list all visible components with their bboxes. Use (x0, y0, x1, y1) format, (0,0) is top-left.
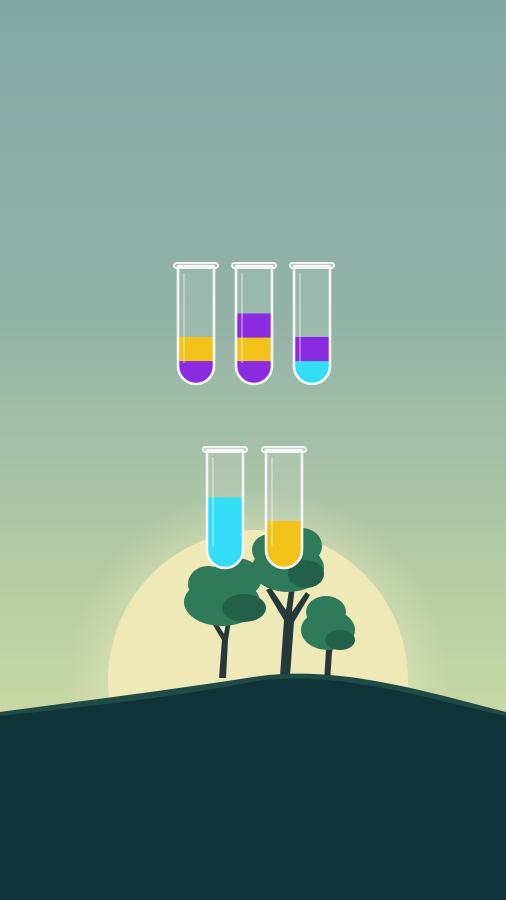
test-tube-2[interactable] (231, 262, 277, 388)
game-board (0, 0, 506, 900)
test-tube-1[interactable] (173, 262, 219, 388)
liquid-layer-purple (236, 360, 272, 384)
test-tube-5[interactable] (261, 446, 307, 572)
liquid-layer-yellow (266, 544, 302, 568)
liquid-layer-purple (178, 360, 214, 384)
liquid-layer-cyan (207, 544, 243, 568)
background-scenery (0, 0, 506, 900)
test-tube-4[interactable] (202, 446, 248, 572)
test-tube-3[interactable] (289, 262, 335, 388)
liquid-layer-cyan (294, 360, 330, 384)
hill-front (0, 678, 506, 900)
